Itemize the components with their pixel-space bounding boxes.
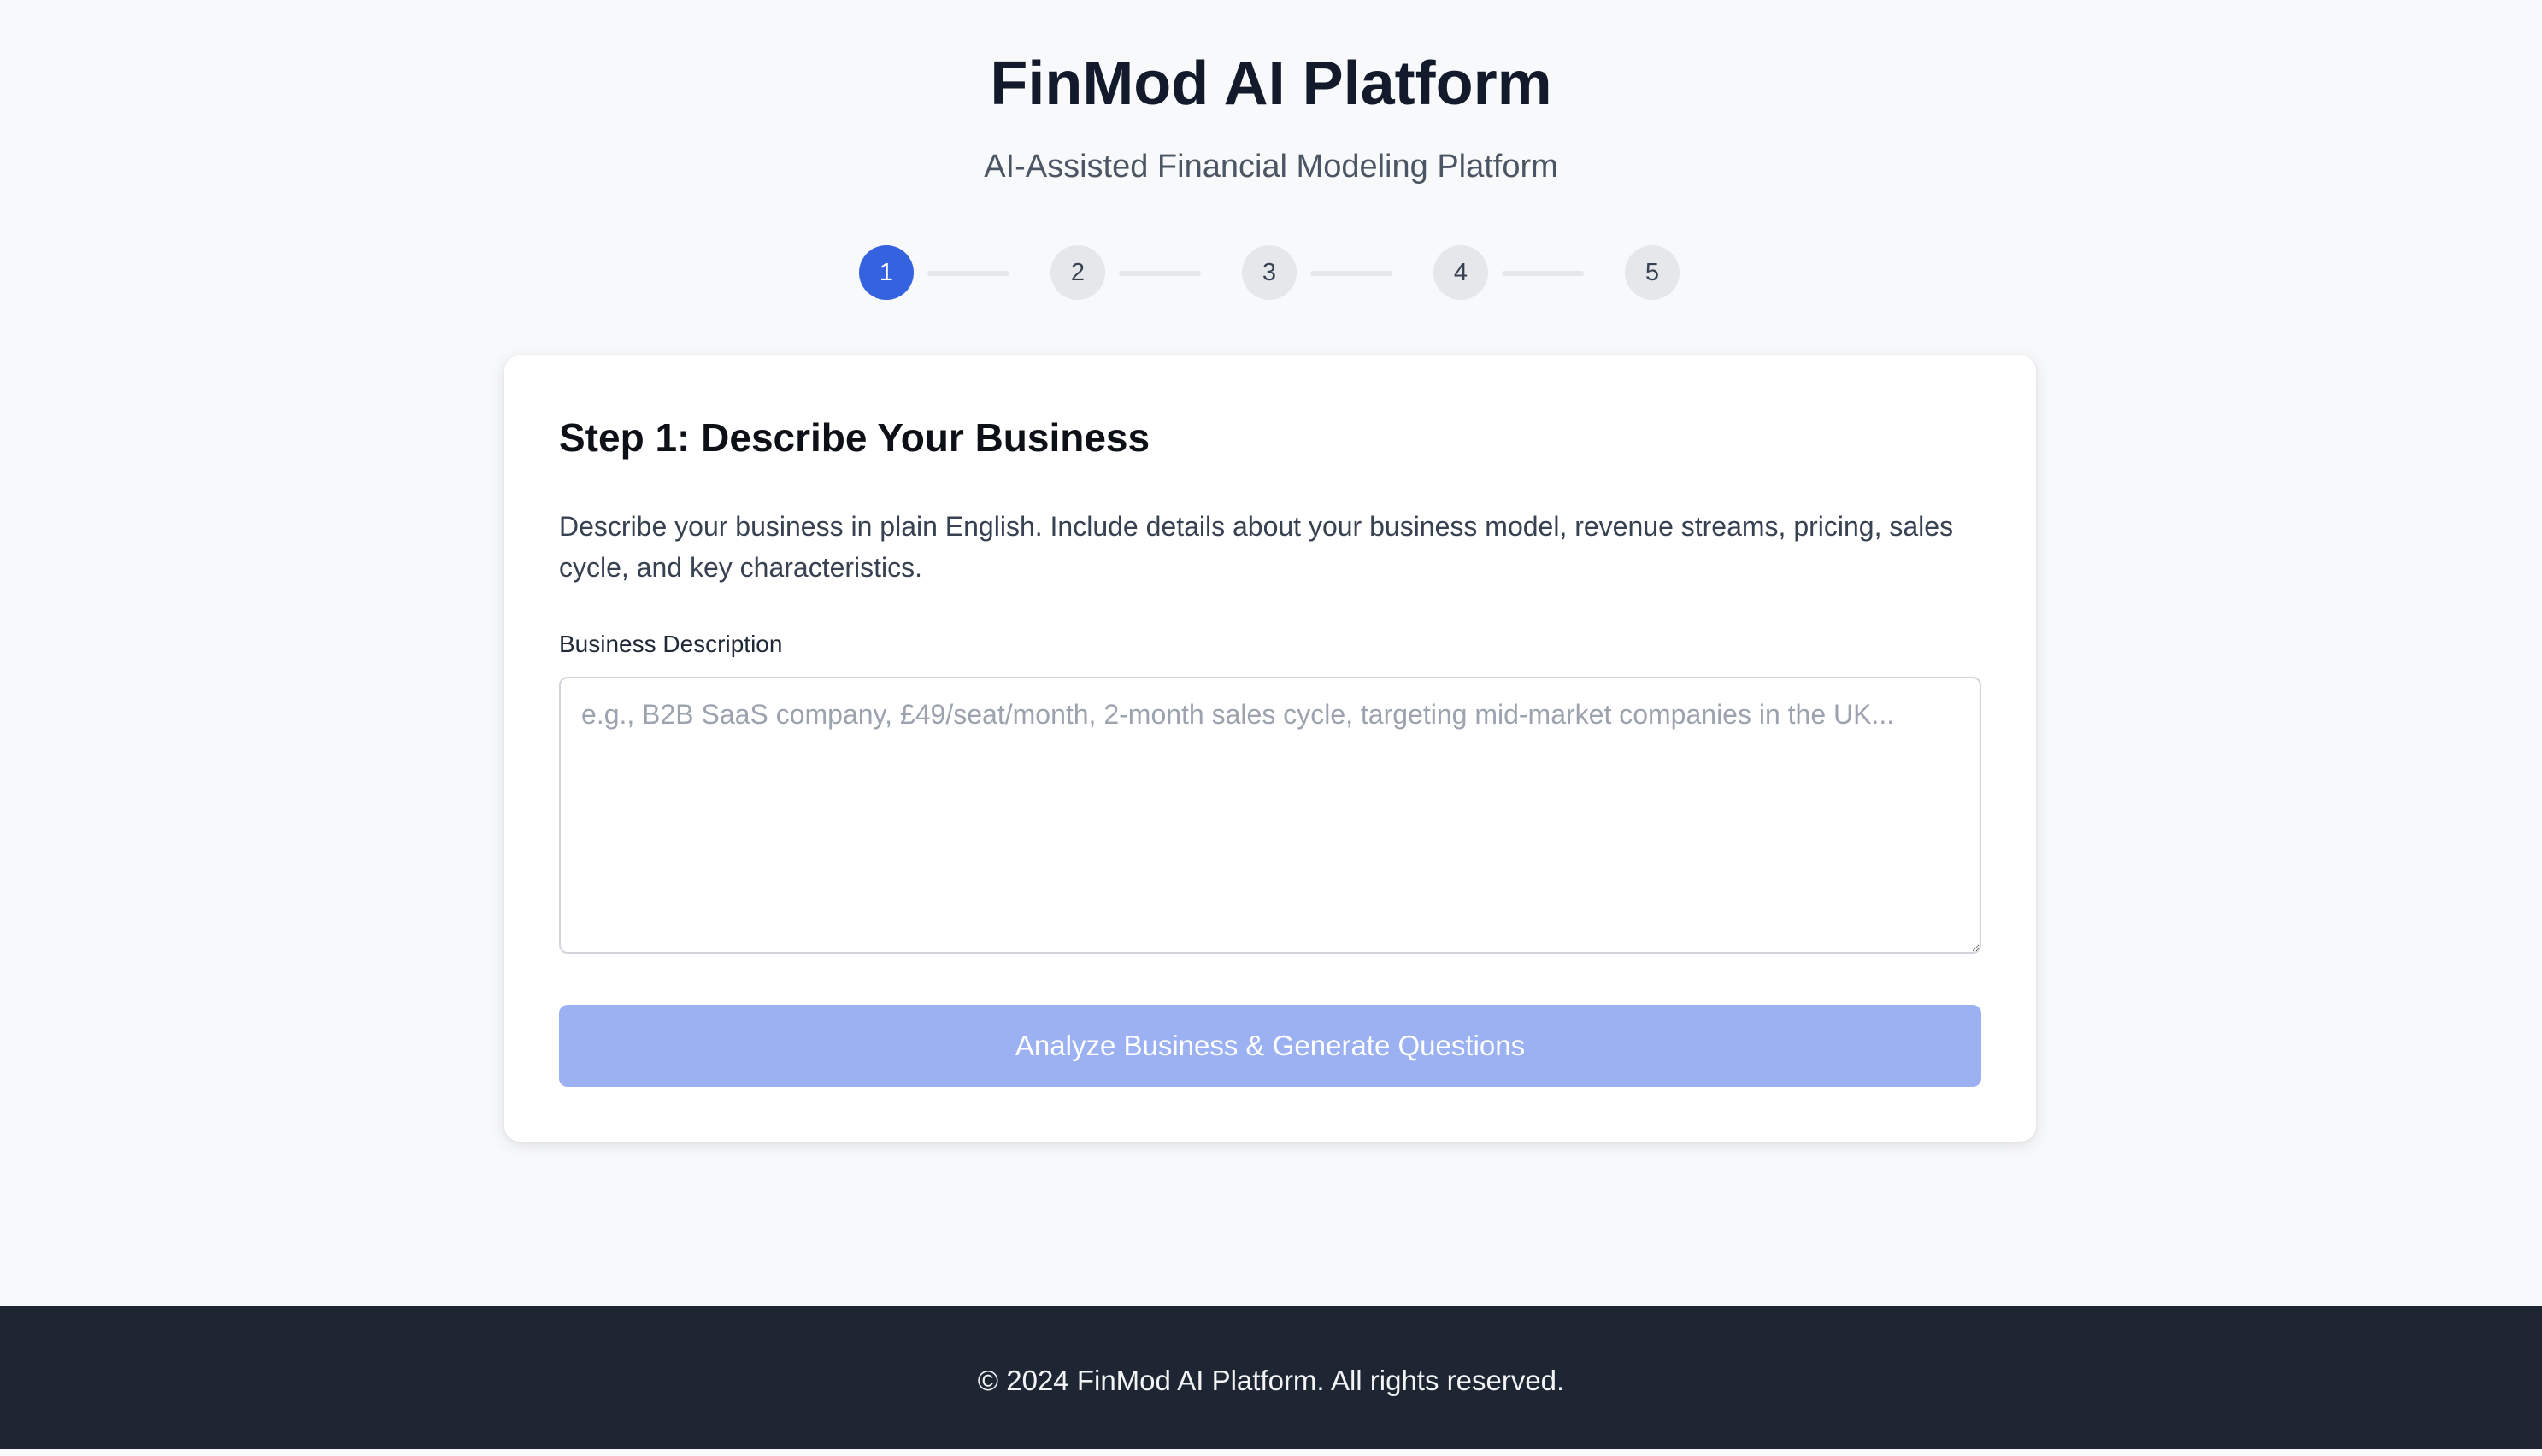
- step-description: Describe your business in plain English.…: [559, 511, 1954, 583]
- page-footer: © 2024 FinMod AI Platform. All rights re…: [0, 1306, 2542, 1449]
- progress-stepper: 1 2 3 4 5: [0, 245, 2542, 302]
- business-description-input[interactable]: [559, 677, 1981, 954]
- step-connector: [1502, 271, 1584, 276]
- step-indicator-1[interactable]: 1: [859, 245, 914, 300]
- step-connector: [927, 271, 1009, 276]
- step-indicator-4[interactable]: 4: [1433, 245, 1488, 300]
- footer-copyright: © 2024 FinMod AI Platform. All rights re…: [977, 1365, 1565, 1396]
- step-card: Step 1: Describe Your Business Describe …: [504, 355, 2036, 1142]
- analyze-business-button[interactable]: Analyze Business & Generate Questions: [559, 1005, 1981, 1087]
- step-title: Step 1: Describe Your Business: [559, 415, 1150, 460]
- page-title: FinMod AI Platform: [990, 50, 1552, 118]
- step-indicator-5[interactable]: 5: [1625, 245, 1680, 300]
- page-subtitle: AI-Assisted Financial Modeling Platform: [984, 149, 1558, 185]
- page-header: FinMod AI Platform AI-Assisted Financial…: [0, 41, 2542, 188]
- step-indicator-2[interactable]: 2: [1050, 245, 1105, 300]
- business-description-label: Business Description: [559, 631, 783, 657]
- step-connector: [1119, 271, 1201, 276]
- step-indicator-3[interactable]: 3: [1242, 245, 1297, 300]
- step-connector: [1310, 271, 1392, 276]
- page: FinMod AI Platform AI-Assisted Financial…: [0, 0, 2542, 1306]
